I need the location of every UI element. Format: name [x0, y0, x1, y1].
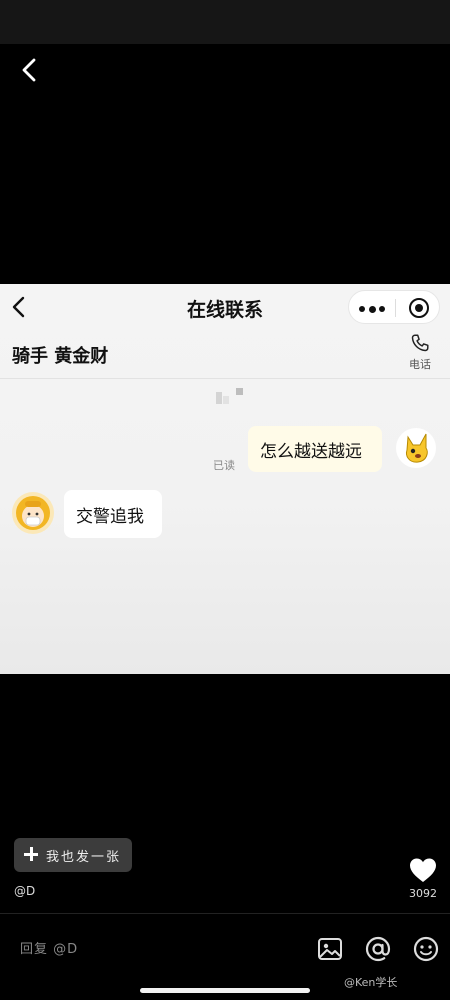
- chat-screenshot[interactable]: 在线联系 骑手 黄金财 电话 怎么越送越远 已读 交警追我: [0, 284, 450, 674]
- header-divider: [0, 378, 450, 379]
- capsule-divider: [395, 299, 396, 317]
- bottom-divider: [0, 913, 450, 914]
- user-avatar: [396, 428, 436, 468]
- chat-header: 在线联系: [0, 284, 450, 330]
- phone-icon: [411, 334, 429, 352]
- message-bubble-received: 交警追我: [64, 490, 162, 538]
- emoji-icon[interactable]: [412, 935, 440, 963]
- at-icon[interactable]: [364, 935, 392, 963]
- phone-button: 电话: [402, 332, 438, 374]
- rider-avatar: [12, 492, 54, 534]
- plus-icon: [24, 847, 38, 861]
- post-image-label: 我也发一张: [46, 850, 122, 865]
- read-status: 已读: [213, 459, 235, 472]
- blurred-timestamp: [216, 388, 250, 404]
- back-icon[interactable]: [16, 56, 44, 84]
- heart-icon[interactable]: [409, 857, 437, 883]
- reply-input[interactable]: 回复 @D: [20, 938, 78, 957]
- image-icon[interactable]: [316, 935, 344, 963]
- home-indicator: [140, 988, 310, 993]
- status-bar: [0, 0, 450, 44]
- rider-name: 骑手 黄金财: [12, 346, 109, 367]
- like-count: 3092: [409, 887, 437, 900]
- miniprogram-capsule: [348, 290, 440, 324]
- post-image-button[interactable]: 我也发一张: [14, 838, 132, 872]
- phone-label: 电话: [409, 358, 431, 371]
- watermark: @Ken学长: [344, 976, 398, 989]
- author-handle[interactable]: @D: [14, 884, 35, 898]
- message-bubble-sent: 怎么越送越远: [248, 426, 382, 472]
- target-icon: [409, 298, 429, 318]
- more-dots-icon: [359, 305, 385, 313]
